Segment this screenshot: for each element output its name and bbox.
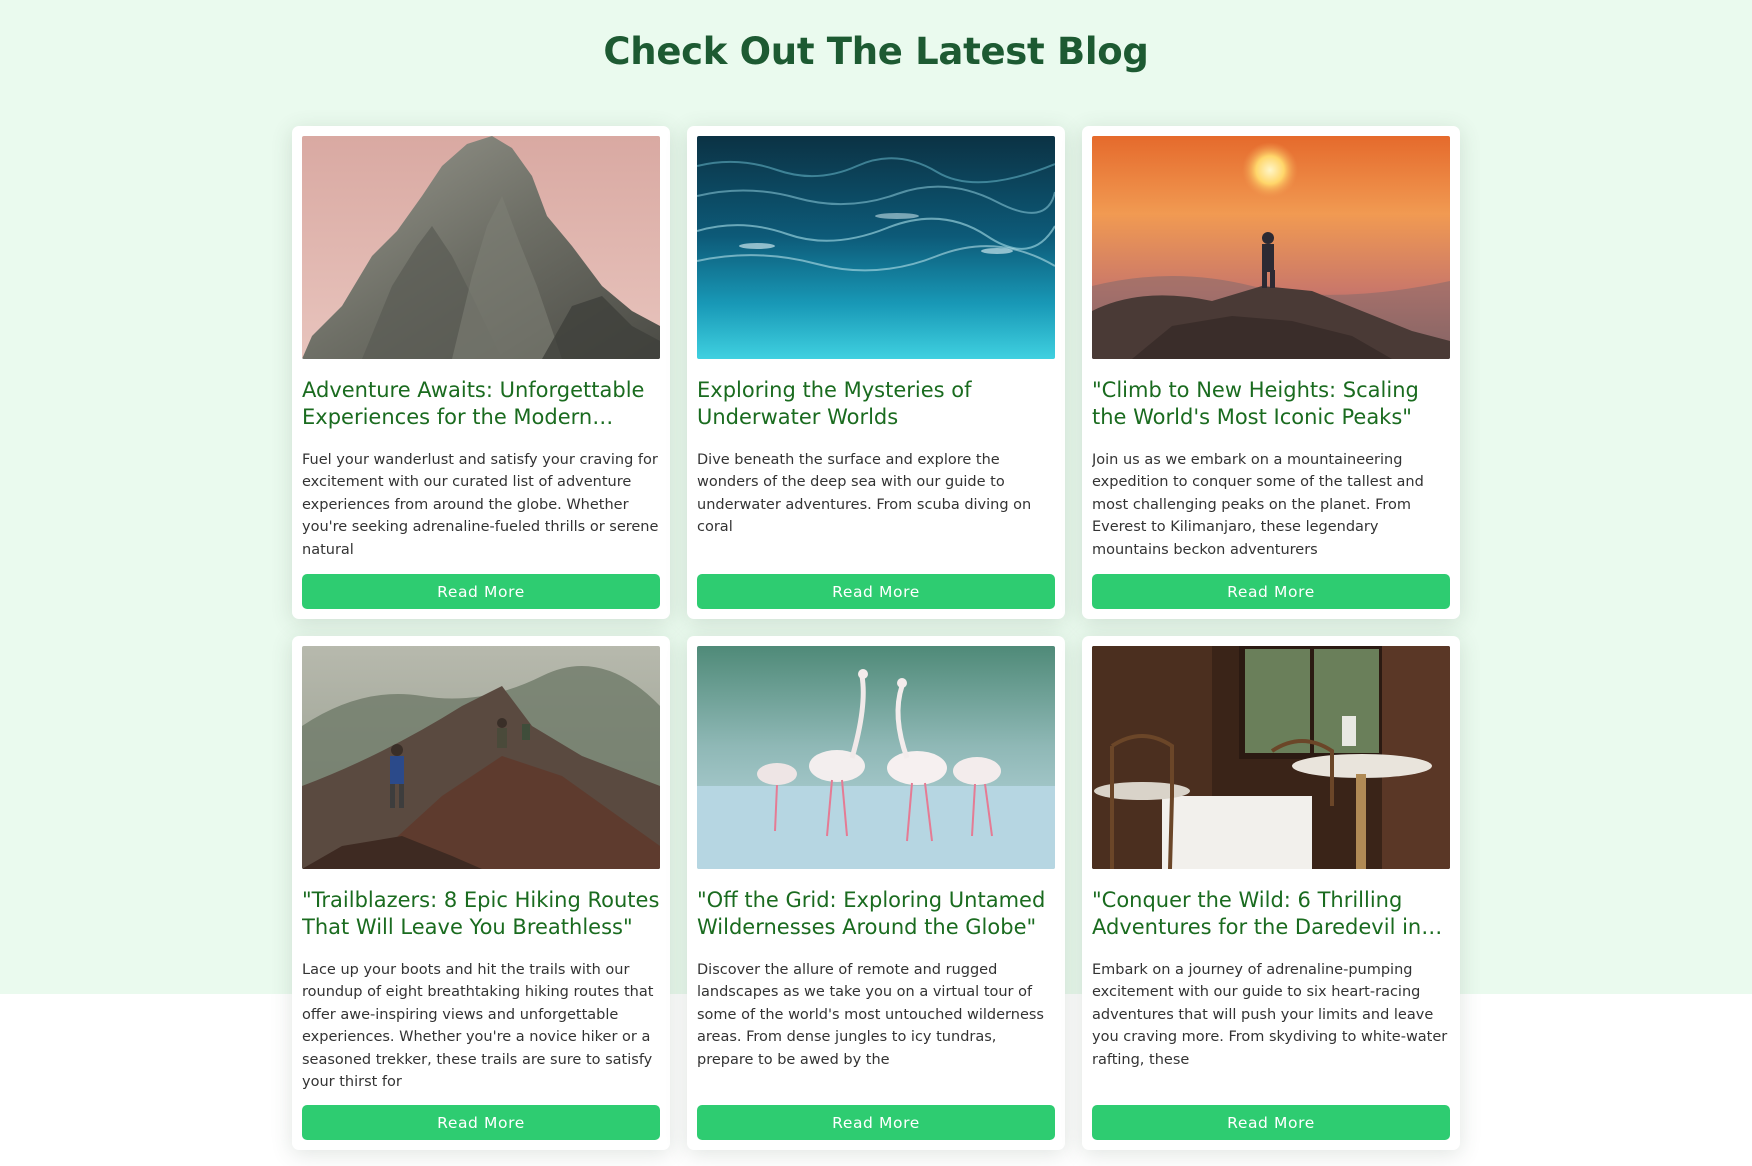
blog-card: "Conquer the Wild: 6 Thrilling Adventure… [1082,636,1460,1150]
post-title[interactable]: Exploring the Mysteries of Underwater Wo… [697,377,1055,431]
blog-card: "Climb to New Heights: Scaling the World… [1082,126,1460,619]
post-excerpt: Join us as we embark on a mountaineering… [1092,452,1424,558]
read-more-button[interactable]: Read More [697,1105,1055,1140]
cafe-interior-image[interactable] [1092,646,1450,869]
rocky-mountain-peak-image[interactable] [302,136,660,359]
post-title[interactable]: "Off the Grid: Exploring Untamed Wildern… [697,887,1055,941]
read-more-button[interactable]: Read More [1092,574,1450,609]
blog-card: Adventure Awaits: Unforgettable Experien… [292,126,670,619]
post-title[interactable]: Adventure Awaits: Unforgettable Experien… [302,377,660,431]
blog-card: "Off the Grid: Exploring Untamed Wildern… [687,636,1065,1150]
post-excerpt: Dive beneath the surface and explore the… [697,452,1032,536]
post-excerpt: Lace up your boots and hit the trails wi… [302,962,654,1091]
read-more-button[interactable]: Read More [302,574,660,609]
blog-card: "Trailblazers: 8 Epic Hiking Routes That… [292,636,670,1150]
read-more-button[interactable]: Read More [697,574,1055,609]
read-more-button[interactable]: Read More [302,1105,660,1140]
blog-grid: Adventure Awaits: Unforgettable Experien… [292,126,1460,1150]
post-title[interactable]: "Trailblazers: 8 Epic Hiking Routes That… [302,887,660,941]
page-title: Check Out The Latest Blog [603,30,1149,73]
sunset-hiker-summit-image[interactable] [1092,136,1450,359]
flamingos-in-water-image[interactable] [697,646,1055,869]
post-excerpt: Discover the allure of remote and rugged… [697,962,1044,1068]
post-title[interactable]: "Conquer the Wild: 6 Thrilling Adventure… [1092,887,1450,941]
blog-card: Exploring the Mysteries of Underwater Wo… [687,126,1065,619]
post-excerpt: Fuel your wanderlust and satisfy your cr… [302,452,659,558]
hikers-on-ridge-image[interactable] [302,646,660,869]
underwater-ocean-image[interactable] [697,136,1055,359]
read-more-button[interactable]: Read More [1092,1105,1450,1140]
post-excerpt: Embark on a journey of adrenaline-pumpin… [1092,962,1448,1068]
post-title[interactable]: "Climb to New Heights: Scaling the World… [1092,377,1450,431]
